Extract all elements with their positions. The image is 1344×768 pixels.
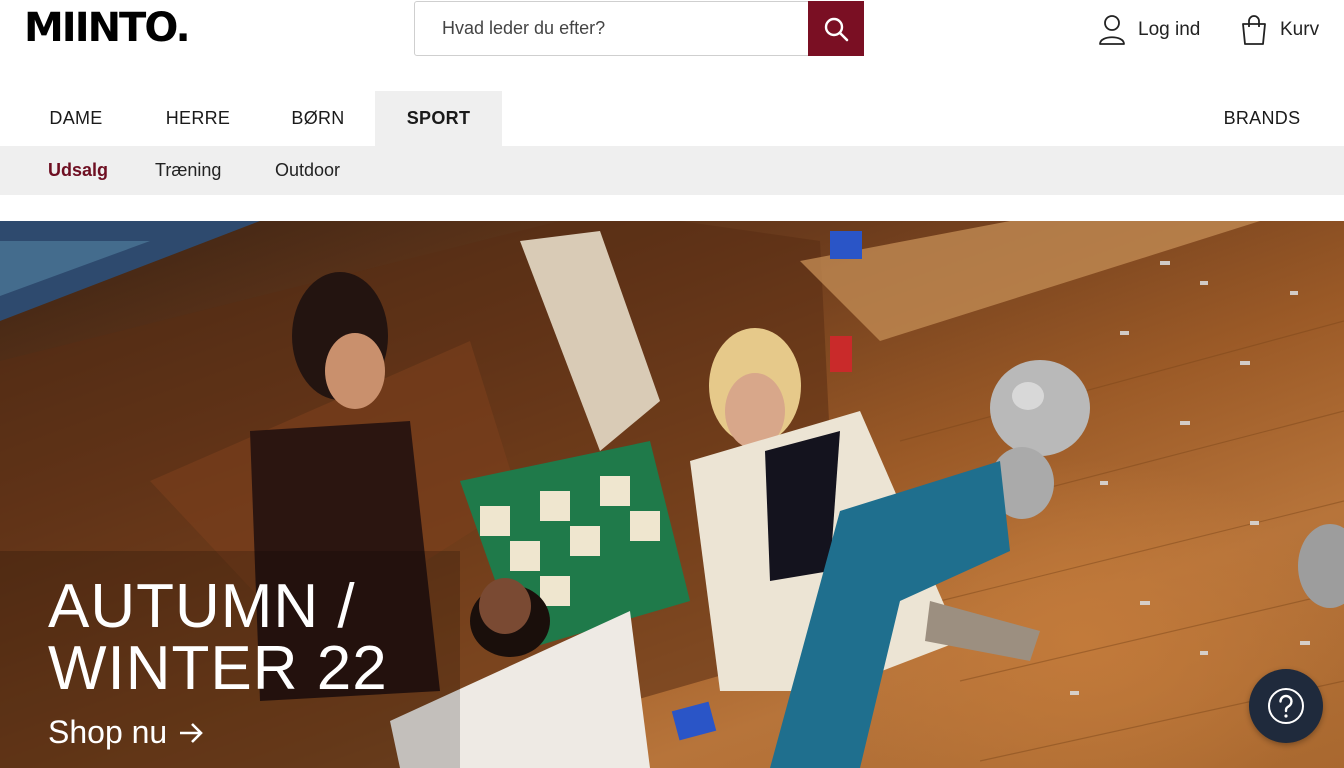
nav-tab-born[interactable]: BØRN [266,91,370,146]
sub-navigation: Udsalg Træning Outdoor [0,146,1344,195]
help-button[interactable] [1249,669,1323,743]
login-label: Log ind [1138,19,1201,40]
nav-tab-dame[interactable]: DAME [24,91,128,146]
cart-label: Kurv [1280,19,1320,40]
search-button[interactable] [808,1,864,56]
search-input[interactable] [416,3,808,54]
site-header: MIINTO. Log ind Kurv [0,0,1344,90]
question-mark-icon [1268,688,1304,724]
nav-tab-brands[interactable]: BRANDS [1210,91,1314,146]
login-link[interactable]: Log ind [1098,10,1200,50]
search-bar [414,1,864,56]
subnav-item-udsalg[interactable]: Udsalg [48,146,108,195]
nav-tab-herre[interactable]: HERRE [146,91,250,146]
subnav-item-traening[interactable]: Træning [155,146,221,195]
nav-tab-sport[interactable]: SPORT [375,91,502,146]
subnav-item-outdoor[interactable]: Outdoor [275,146,340,195]
shop-now-label: Shop nu [48,714,168,750]
hero-banner[interactable]: AUTUMN / WINTER 22 Shop nu [0,221,1344,768]
miinto-logo[interactable]: MIINTO. [24,6,191,50]
search-icon [824,17,849,41]
arrow-right-icon [180,722,204,743]
cart-link[interactable]: Kurv [1240,10,1319,50]
shopping-bag-icon [1242,15,1266,45]
main-navigation: DAME HERRE BØRN SPORT BRANDS [0,91,1344,146]
hero-caption: AUTUMN / WINTER 22 Shop nu [48,576,388,751]
user-icon [1099,15,1125,45]
shop-now-link[interactable]: Shop nu [48,714,388,751]
hero-title: AUTUMN / WINTER 22 [48,572,388,703]
